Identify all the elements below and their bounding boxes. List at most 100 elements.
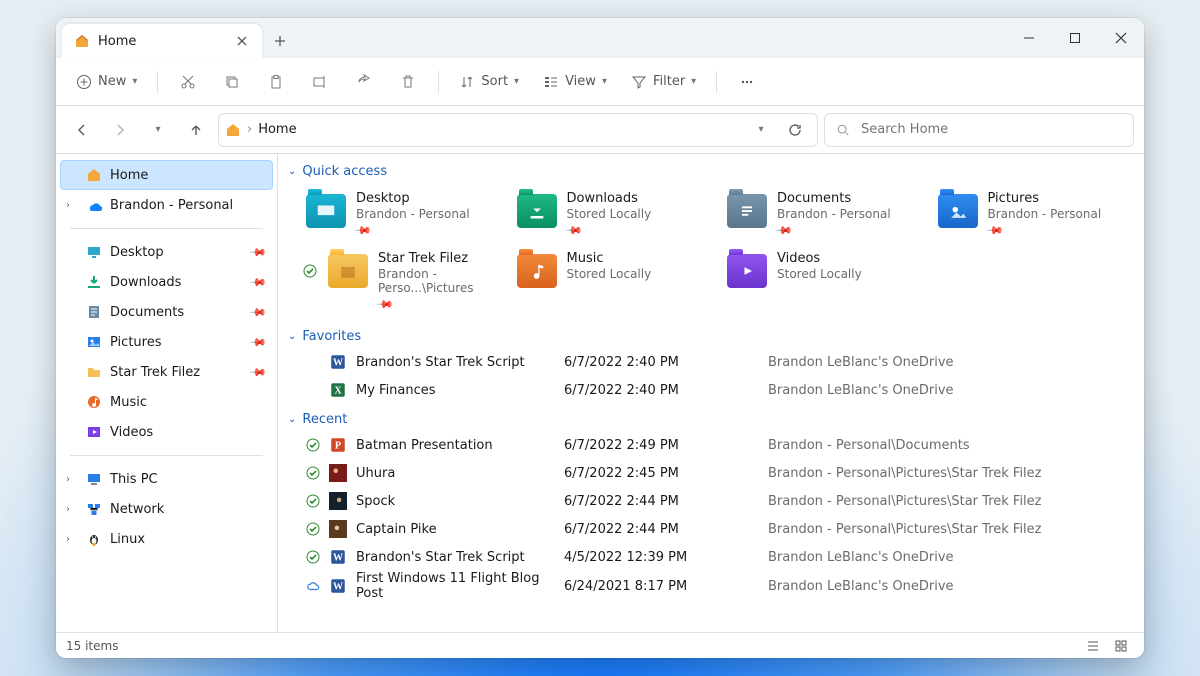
videos-purple-icon bbox=[727, 251, 767, 291]
quick-access-item[interactable]: Star Trek FilezBrandon - Perso...\Pictur… bbox=[302, 247, 505, 315]
sidebar-item-network[interactable]: ›Network bbox=[60, 494, 273, 524]
file-row[interactable]: WFirst Windows 11 Flight Blog Post6/24/2… bbox=[302, 571, 1138, 599]
toolbar-separator bbox=[716, 71, 717, 93]
sidebar-item-linux[interactable]: ›Linux bbox=[60, 524, 273, 554]
nav-recent-dropdown[interactable]: ▾ bbox=[142, 114, 174, 146]
sidebar-item-brandon - personal[interactable]: ›Brandon - Personal bbox=[60, 190, 273, 220]
word-icon: W bbox=[328, 352, 348, 372]
documents-icon bbox=[86, 304, 102, 320]
file-location: Brandon - Personal\Pictures\Star Trek Fi… bbox=[768, 466, 1128, 481]
sidebar-item-home[interactable]: Home bbox=[60, 160, 273, 190]
svg-text:W: W bbox=[333, 552, 343, 563]
nav-forward-button[interactable] bbox=[104, 114, 136, 146]
sidebar-item-label: Music bbox=[110, 395, 147, 410]
section-favorites-header[interactable]: ⌄Favorites bbox=[284, 325, 1138, 348]
img-red-icon bbox=[328, 463, 348, 483]
file-location: Brandon LeBlanc's OneDrive bbox=[768, 550, 1128, 565]
file-location: Brandon - Personal\Pictures\Star Trek Fi… bbox=[768, 522, 1128, 537]
section-quick-access-header[interactable]: ⌄Quick access bbox=[284, 160, 1138, 183]
section-recent-header[interactable]: ⌄Recent bbox=[284, 408, 1138, 431]
quick-access-item[interactable]: DownloadsStored Locally📌 bbox=[513, 187, 716, 243]
quick-access-item[interactable]: DesktopBrandon - Personal📌 bbox=[302, 187, 505, 243]
address-history-button[interactable]: ▾ bbox=[745, 114, 777, 146]
nav-up-button[interactable] bbox=[180, 114, 212, 146]
file-row[interactable]: WBrandon's Star Trek Script6/7/2022 2:40… bbox=[302, 348, 1138, 376]
sidebar-item-star trek filez[interactable]: Star Trek Filez📌 bbox=[60, 357, 273, 387]
sidebar-item-music[interactable]: Music bbox=[60, 387, 273, 417]
search-box[interactable] bbox=[824, 113, 1134, 147]
paste-button[interactable] bbox=[256, 65, 296, 99]
pin-icon: 📌 bbox=[249, 333, 268, 352]
share-button[interactable] bbox=[344, 65, 384, 99]
pin-icon: 📌 bbox=[249, 243, 268, 262]
quick-access-item[interactable]: VideosStored Locally bbox=[723, 247, 926, 315]
item-subtitle: Brandon - Personal bbox=[356, 207, 470, 221]
sidebar-item-videos[interactable]: Videos bbox=[60, 417, 273, 447]
new-button[interactable]: New ▾ bbox=[66, 65, 147, 99]
chevron-right-icon[interactable]: › bbox=[66, 504, 70, 515]
filter-button[interactable]: Filter ▾ bbox=[621, 65, 706, 99]
minimize-button[interactable] bbox=[1006, 18, 1052, 58]
scissors-icon bbox=[180, 74, 196, 90]
svg-text:P: P bbox=[335, 440, 341, 451]
file-date: 6/7/2022 2:40 PM bbox=[564, 355, 764, 370]
view-button[interactable]: View ▾ bbox=[533, 65, 617, 99]
sidebar-divider bbox=[70, 455, 263, 456]
delete-button[interactable] bbox=[388, 65, 428, 99]
file-explorer-window: Home New ▾ Sort ▾ bbox=[56, 18, 1144, 658]
pin-icon: 📌 bbox=[564, 221, 583, 240]
view-button-label: View bbox=[565, 74, 596, 89]
window-controls bbox=[1006, 18, 1144, 58]
file-row[interactable]: Captain Pike6/7/2022 2:44 PMBrandon - Pe… bbox=[302, 515, 1138, 543]
sidebar-item-pictures[interactable]: Pictures📌 bbox=[60, 327, 273, 357]
sidebar-item-documents[interactable]: Documents📌 bbox=[60, 297, 273, 327]
rename-button[interactable] bbox=[300, 65, 340, 99]
breadcrumb-separator: › bbox=[247, 122, 252, 137]
tab-close-button[interactable] bbox=[232, 33, 252, 49]
tab-home[interactable]: Home bbox=[62, 24, 262, 58]
chevron-down-icon: ▾ bbox=[155, 124, 160, 135]
file-row[interactable]: Spock6/7/2022 2:44 PMBrandon - Personal\… bbox=[302, 487, 1138, 515]
details-view-toggle[interactable] bbox=[1080, 636, 1106, 656]
pin-icon: 📌 bbox=[375, 295, 394, 314]
section-title: Quick access bbox=[302, 164, 387, 179]
more-button[interactable] bbox=[727, 65, 767, 99]
new-button-label: New bbox=[98, 74, 126, 89]
cut-button[interactable] bbox=[168, 65, 208, 99]
breadcrumb-root[interactable]: Home bbox=[258, 122, 296, 137]
file-row[interactable]: WBrandon's Star Trek Script4/5/2022 12:3… bbox=[302, 543, 1138, 571]
chevron-right-icon[interactable]: › bbox=[66, 534, 70, 545]
chevron-down-icon: ▾ bbox=[691, 76, 696, 87]
file-name: Brandon's Star Trek Script bbox=[356, 550, 560, 565]
maximize-button[interactable] bbox=[1052, 18, 1098, 58]
refresh-button[interactable] bbox=[779, 114, 811, 146]
favorites-list: WBrandon's Star Trek Script6/7/2022 2:40… bbox=[284, 348, 1138, 408]
quick-access-item[interactable]: DocumentsBrandon - Personal📌 bbox=[723, 187, 926, 243]
close-window-button[interactable] bbox=[1098, 18, 1144, 58]
copy-button[interactable] bbox=[212, 65, 252, 99]
sidebar-item-desktop[interactable]: Desktop📌 bbox=[60, 237, 273, 267]
nav-back-button[interactable] bbox=[66, 114, 98, 146]
word-icon: W bbox=[328, 576, 348, 596]
sidebar-item-label: Home bbox=[110, 168, 148, 183]
quick-access-item[interactable]: PicturesBrandon - Personal📌 bbox=[934, 187, 1137, 243]
item-subtitle: Brandon - Perso...\Pictures bbox=[378, 267, 501, 295]
sort-button[interactable]: Sort ▾ bbox=[449, 65, 529, 99]
item-subtitle: Stored Locally bbox=[567, 267, 652, 281]
sidebar-item-this pc[interactable]: ›This PC bbox=[60, 464, 273, 494]
chevron-right-icon[interactable]: › bbox=[66, 474, 70, 485]
item-title: Documents bbox=[777, 191, 891, 206]
quick-access-item[interactable]: MusicStored Locally bbox=[513, 247, 716, 315]
search-input[interactable] bbox=[859, 121, 1123, 138]
new-tab-button[interactable] bbox=[262, 24, 298, 58]
file-row[interactable]: PBatman Presentation6/7/2022 2:49 PMBran… bbox=[302, 431, 1138, 459]
address-bar[interactable]: › Home ▾ bbox=[218, 113, 818, 147]
chevron-down-icon: ▾ bbox=[758, 124, 763, 135]
search-icon bbox=[835, 122, 851, 138]
sidebar-item-downloads[interactable]: Downloads📌 bbox=[60, 267, 273, 297]
recent-list: PBatman Presentation6/7/2022 2:49 PMBran… bbox=[284, 431, 1138, 603]
chevron-right-icon[interactable]: › bbox=[66, 200, 70, 211]
file-row[interactable]: XMy Finances6/7/2022 2:40 PMBrandon LeBl… bbox=[302, 376, 1138, 404]
file-row[interactable]: Uhura6/7/2022 2:45 PMBrandon - Personal\… bbox=[302, 459, 1138, 487]
tiles-view-toggle[interactable] bbox=[1108, 636, 1134, 656]
